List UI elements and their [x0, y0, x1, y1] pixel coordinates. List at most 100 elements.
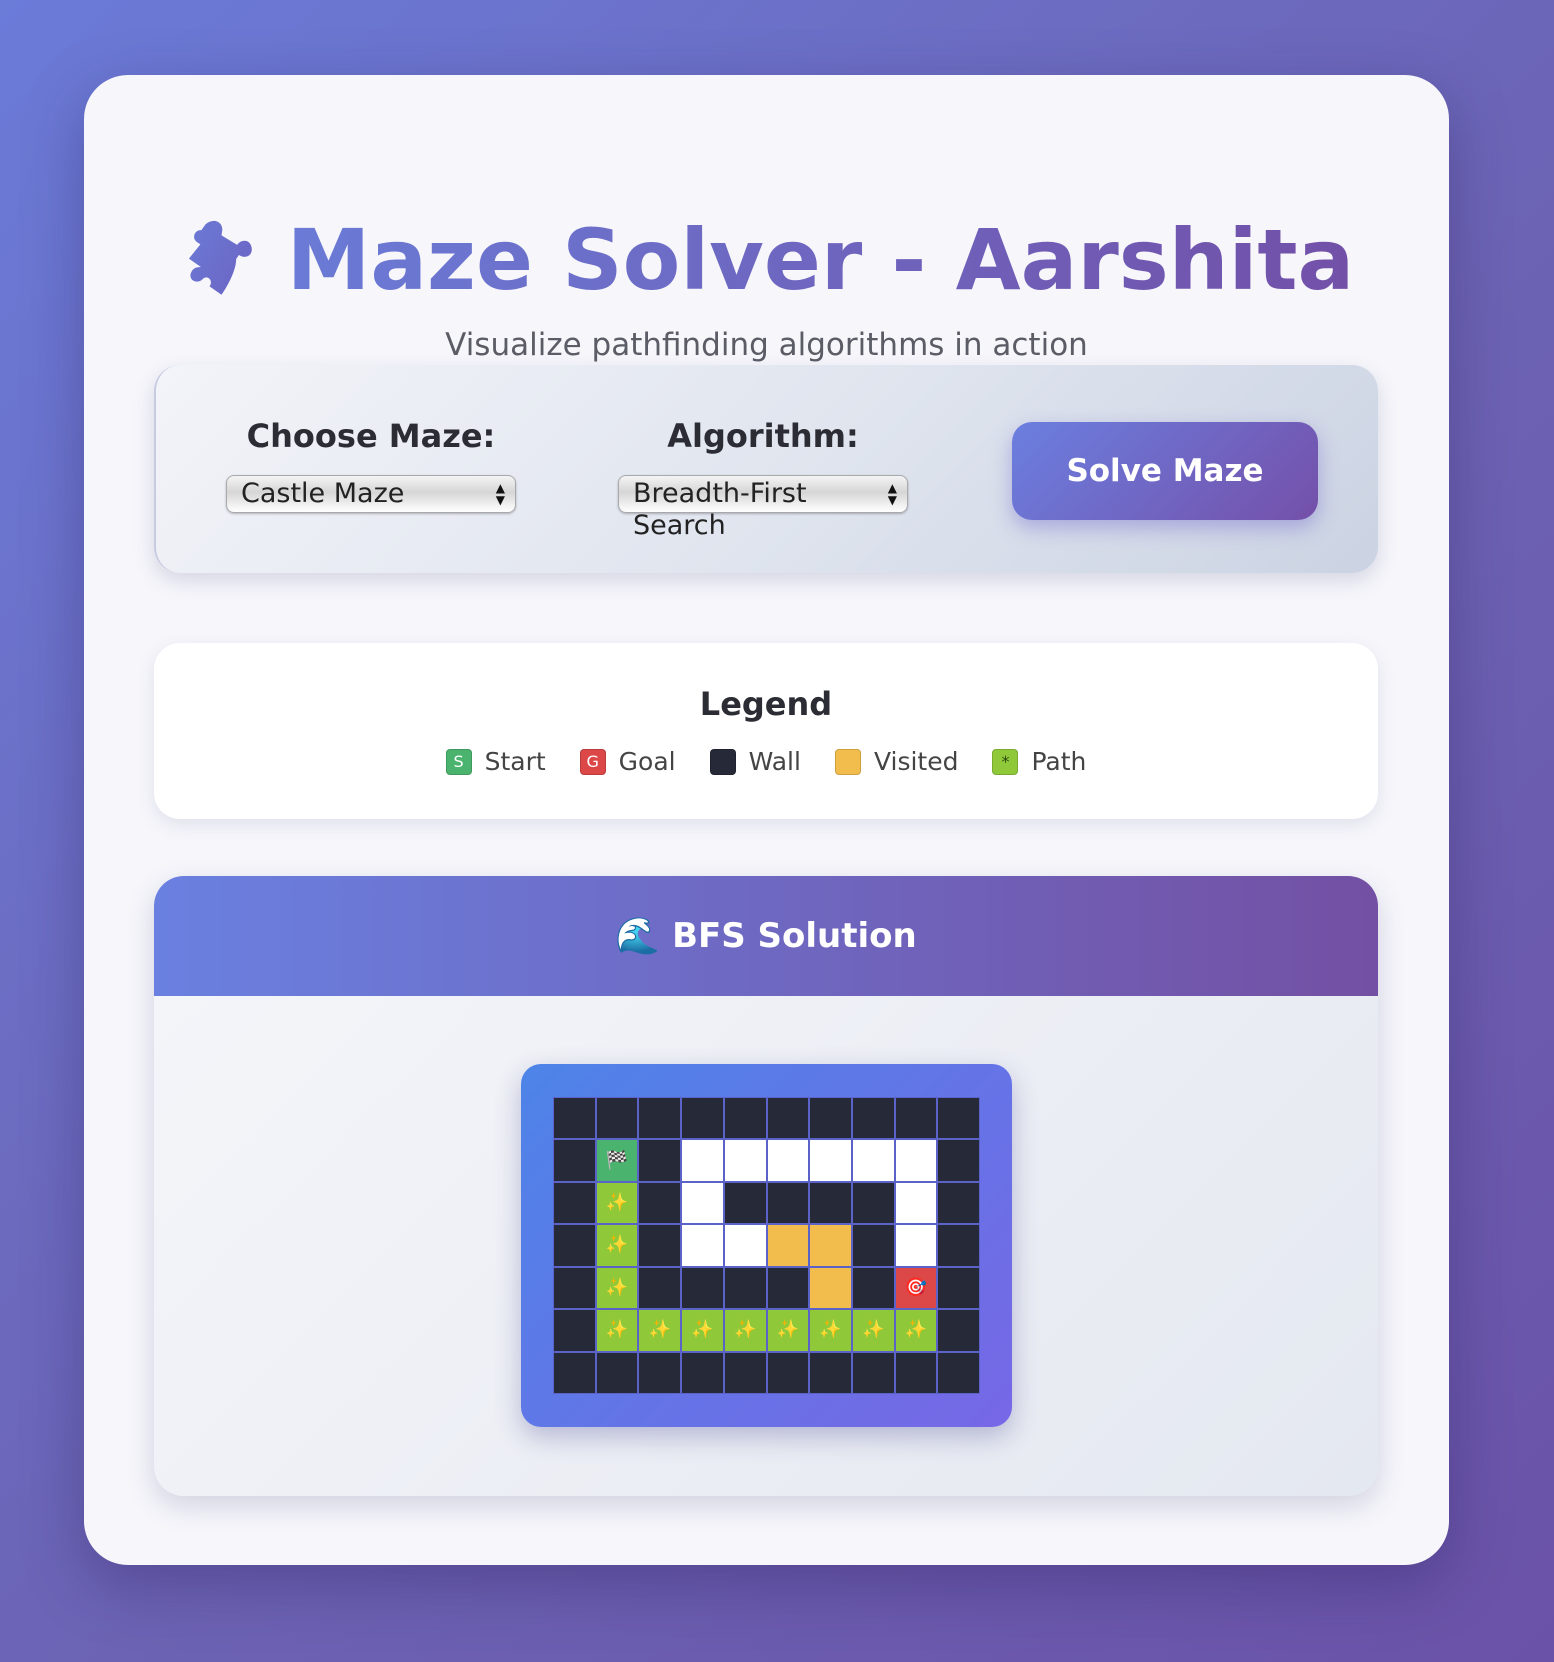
- maze-wall-cell: [851, 1351, 895, 1394]
- select-arrows-icon: ▲ ▼: [495, 481, 505, 507]
- wave-icon: 🌊: [615, 916, 661, 957]
- maze-wall-cell: [595, 1097, 639, 1140]
- legend-label: Start: [484, 747, 546, 776]
- maze-wall-cell: [553, 1181, 596, 1225]
- maze-wall-cell: [937, 1097, 980, 1140]
- maze-path-cell: ✨: [595, 1309, 639, 1352]
- maze-wall-cell: [937, 1351, 980, 1394]
- maze-wall-cell: [851, 1097, 895, 1140]
- legend-item-visited: Visited: [834, 747, 958, 776]
- algorithm-label: Algorithm:: [667, 417, 859, 455]
- maze-wall-cell: [553, 1097, 596, 1140]
- maze-open-cell: [851, 1139, 895, 1182]
- page-subtitle: Visualize pathfinding algorithms in acti…: [445, 327, 1088, 363]
- maze-wall-cell: [937, 1181, 980, 1225]
- maze-wall-cell: [766, 1266, 810, 1310]
- maze-select[interactable]: Castle Maze ▲ ▼: [226, 475, 516, 513]
- maze-wall-cell: [851, 1224, 895, 1267]
- maze-path-cell: ✨: [595, 1266, 639, 1310]
- solution-title: BFS Solution: [672, 916, 917, 956]
- maze-wall-cell: [851, 1181, 895, 1225]
- legend-item-goal: G Goal: [579, 747, 676, 776]
- maze-visited-cell: [809, 1266, 852, 1310]
- legend-panel: Legend S Start G Goal Wall Visited * Pat…: [154, 643, 1378, 819]
- maze-wall-cell: [937, 1266, 980, 1310]
- maze-wall-cell: [894, 1351, 938, 1394]
- goal-swatch: G: [579, 748, 606, 775]
- algorithm-control: Algorithm: Breadth-First Search ▲ ▼: [618, 417, 908, 541]
- start-swatch: S: [445, 748, 472, 775]
- maze-wall-cell: [553, 1351, 596, 1394]
- maze-wall-cell: [894, 1097, 938, 1140]
- maze-path-cell: ✨: [595, 1181, 639, 1225]
- maze-wall-cell: [851, 1266, 895, 1310]
- maze-wall-cell: [553, 1266, 596, 1310]
- maze-path-cell: ✨: [681, 1309, 724, 1352]
- legend-label: Wall: [748, 747, 801, 776]
- maze-wall-cell: [809, 1351, 852, 1394]
- maze-wall-cell: [937, 1139, 980, 1182]
- solve-maze-button[interactable]: Solve Maze: [1012, 422, 1318, 520]
- maze-wall-cell: [809, 1181, 852, 1225]
- maze-open-cell: [766, 1139, 810, 1182]
- maze-path-cell: ✨: [766, 1309, 810, 1352]
- maze-path-cell: ✨: [595, 1224, 639, 1267]
- maze-open-cell: [894, 1224, 938, 1267]
- maze-wall-cell: [723, 1181, 767, 1225]
- maze-wall-cell: [595, 1351, 639, 1394]
- maze-wall-cell: [638, 1224, 682, 1267]
- puzzle-piece-icon: [179, 215, 265, 305]
- maze-visited-cell: [809, 1224, 852, 1267]
- maze-open-cell: [723, 1139, 767, 1182]
- maze-frame: 🏁 ✨ ✨ ✨ 🎯 ✨ ✨ ✨ ✨ ✨ ✨ ✨ ✨: [521, 1064, 1012, 1427]
- select-arrows-icon: ▲ ▼: [887, 481, 897, 507]
- legend-items: S Start G Goal Wall Visited * Path: [154, 747, 1378, 776]
- maze-open-cell: [681, 1224, 724, 1267]
- maze-path-cell: ✨: [638, 1309, 682, 1352]
- maze-path-cell: ✨: [894, 1309, 938, 1352]
- maze-control: Choose Maze: Castle Maze ▲ ▼: [226, 417, 516, 513]
- maze-wall-cell: [766, 1181, 810, 1225]
- wall-swatch: [709, 748, 736, 775]
- page-title: Maze Solver - Aarshita: [286, 211, 1355, 309]
- maze-wall-cell: [681, 1097, 724, 1140]
- controls-panel: Choose Maze: Castle Maze ▲ ▼ Algorithm: B…: [154, 365, 1378, 573]
- maze-wall-cell: [723, 1266, 767, 1310]
- maze-select-value: Castle Maze: [241, 478, 405, 509]
- solution-panel: 🌊 BFS Solution 🏁 ✨ ✨ ✨ 🎯 ✨ ✨ ✨ ✨ ✨ ✨ ✨ ✨: [154, 876, 1378, 1496]
- maze-open-cell: [681, 1139, 724, 1182]
- maze-wall-cell: [766, 1097, 810, 1140]
- maze-open-cell: [894, 1181, 938, 1225]
- maze-wall-cell: [638, 1139, 682, 1182]
- maze-wall-cell: [766, 1351, 810, 1394]
- maze-open-cell: [681, 1181, 724, 1225]
- maze-visited-cell: [766, 1224, 810, 1267]
- maze-wall-cell: [937, 1309, 980, 1352]
- maze-path-cell: ✨: [851, 1309, 895, 1352]
- legend-item-start: S Start: [445, 747, 546, 776]
- maze-open-cell: [894, 1139, 938, 1182]
- solution-header: 🌊 BFS Solution: [154, 876, 1378, 996]
- legend-label: Goal: [618, 747, 676, 776]
- maze-path-cell: ✨: [809, 1309, 852, 1352]
- legend-title: Legend: [699, 685, 833, 723]
- maze-wall-cell: [638, 1351, 682, 1394]
- maze-wall-cell: [553, 1224, 596, 1267]
- maze-open-cell: [809, 1139, 852, 1182]
- maze-wall-cell: [681, 1266, 724, 1310]
- main-card: Maze Solver - Aarshita Visualize pathfin…: [84, 75, 1449, 1565]
- maze-grid: 🏁 ✨ ✨ ✨ 🎯 ✨ ✨ ✨ ✨ ✨ ✨ ✨ ✨: [553, 1097, 980, 1394]
- algorithm-select[interactable]: Breadth-First Search ▲ ▼: [618, 475, 908, 541]
- legend-item-path: * Path: [992, 747, 1086, 776]
- maze-wall-cell: [681, 1351, 724, 1394]
- maze-wall-cell: [723, 1097, 767, 1140]
- maze-wall-cell: [937, 1224, 980, 1267]
- title-row: Maze Solver - Aarshita: [84, 215, 1449, 305]
- visited-swatch: [834, 748, 861, 775]
- maze-wall-cell: [638, 1181, 682, 1225]
- legend-item-wall: Wall: [709, 747, 801, 776]
- path-swatch: *: [992, 748, 1019, 775]
- maze-wall-cell: [553, 1139, 596, 1182]
- maze-start-cell: 🏁: [595, 1139, 639, 1182]
- maze-goal-cell: 🎯: [894, 1266, 938, 1310]
